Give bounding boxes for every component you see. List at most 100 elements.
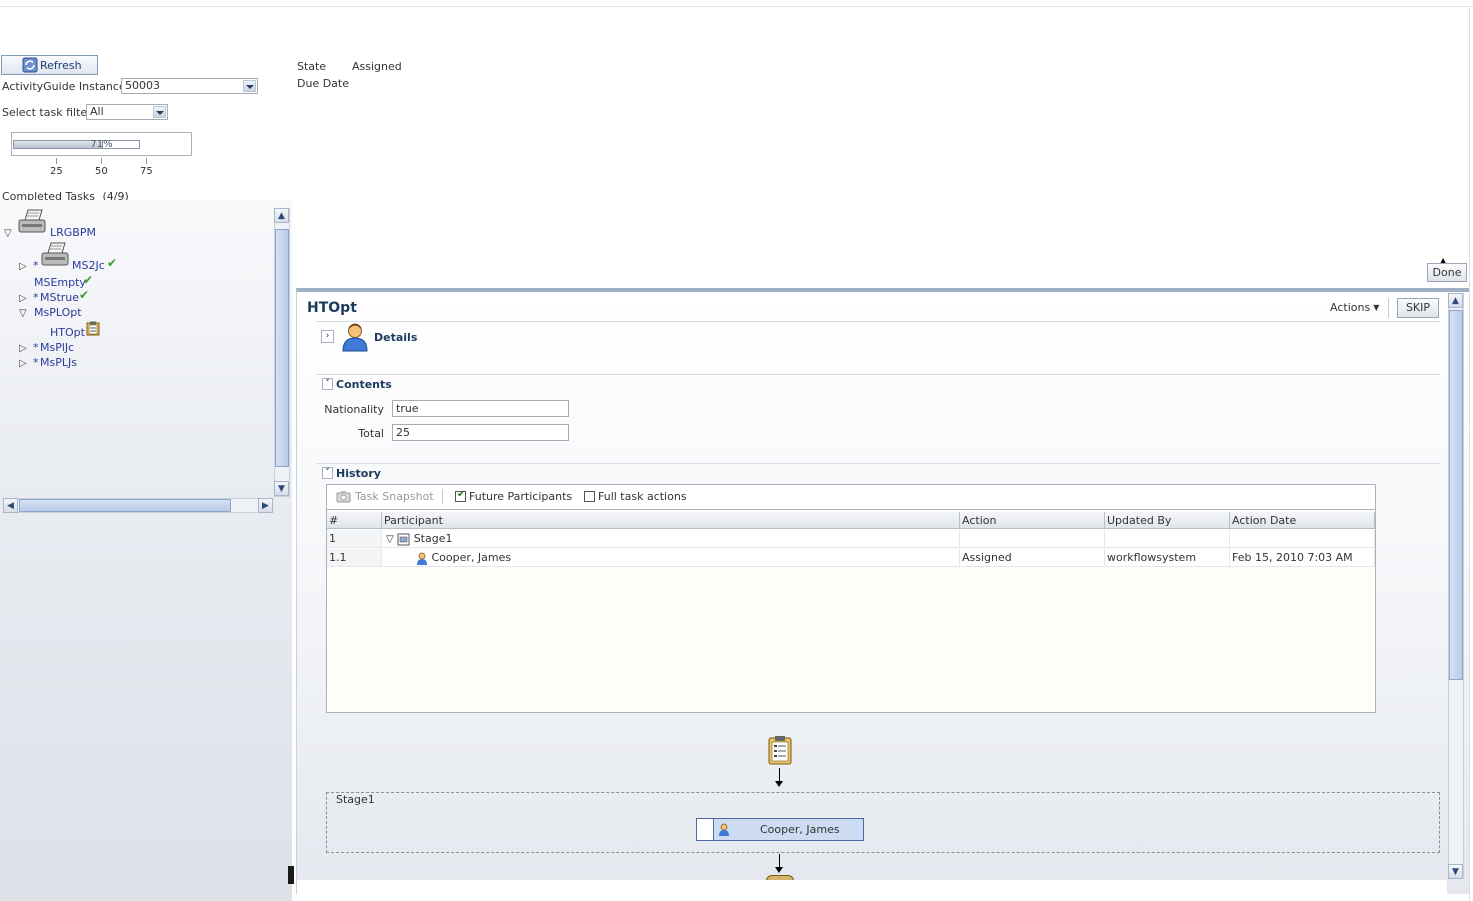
column-header-action[interactable]: Action [960,512,1105,529]
tree-item-mspljs[interactable]: MsPLJs [40,356,77,369]
progress-percent: 71% [90,139,113,150]
table-row[interactable]: Cooper, James [382,549,960,567]
scroll-thumb[interactable] [275,229,289,467]
expand-details-toggle[interactable]: › [321,330,334,343]
divider [316,321,1440,322]
divider [316,374,1440,375]
table-cell-action: Assigned [960,549,1105,567]
refresh-icon [22,57,38,73]
refresh-button[interactable]: Refresh [1,55,98,75]
history-header: History [336,467,381,480]
expand-toggle[interactable]: ▽ [19,306,27,319]
user-icon [719,823,729,836]
due-date-label: Due Date [297,77,349,90]
nationality-input[interactable]: true [392,400,569,417]
scroll-down-button[interactable]: ▼ [274,481,289,496]
actions-menu[interactable]: Actions ▼ [1330,301,1379,315]
participant-name: Cooper, James [431,551,512,564]
done-button[interactable]: Done [1427,263,1467,282]
checkmark-icon: ✔ [83,273,94,287]
total-input[interactable]: 25 [392,424,569,441]
column-header-num[interactable]: # [327,512,382,529]
tree-item-mspljc[interactable]: MsPlJc [40,341,74,354]
scroll-right-button[interactable]: ▶ [258,498,273,513]
printer-icon [41,242,69,266]
tree-root-link[interactable]: LRGBPM [50,226,96,239]
chevron-down-icon[interactable] [243,80,256,92]
expand-toggle[interactable]: ▽ [4,226,12,239]
instances-select-value: 50003 [125,79,160,92]
task-filter-select[interactable]: All [86,104,168,120]
scroll-thumb[interactable] [19,499,231,512]
expand-toggle[interactable]: ▷ [19,259,27,272]
task-snapshot-button[interactable]: Task Snapshot [355,490,434,503]
details-header: Details [374,331,418,344]
user-icon [417,552,427,565]
column-header-participant[interactable]: Participant [382,512,960,529]
full-task-actions-checkbox[interactable]: Full task actions [584,490,687,503]
contents-toggle[interactable]: ˅ Contents [322,378,392,391]
table-cell-updated-by: workflowsystem [1105,549,1230,567]
chevron-down-icon: ˅ [322,467,333,479]
stage-icon [397,533,410,545]
scroll-down-button[interactable]: ▼ [1448,864,1463,879]
tree-item-ms2jc[interactable]: MS2Jc [72,259,105,272]
node-handle [697,819,714,840]
collapse-toggle[interactable]: ▽ [386,534,394,545]
scroll-up-button[interactable]: ▲ [1448,293,1463,308]
panel-bottom [297,880,1447,894]
instances-select[interactable]: 50003 [121,78,258,94]
tree-item-prefix: * [33,259,39,272]
table-row[interactable]: ▽ Stage1 [382,530,960,548]
instances-label: ActivityGuide Instances [2,80,132,93]
state-label: State [297,60,327,73]
progress-tick-label: 75 [140,166,153,177]
stage-label: Stage1 [336,793,375,806]
table-cell-updated-by [1105,530,1230,548]
right-border [1469,6,1470,901]
task-title: HTOpt [307,300,357,316]
progress-tick [146,158,147,164]
tree-item-prefix: * [33,356,39,369]
tree-item-htopt[interactable]: HTOpt [50,326,85,339]
table-row-num: 1.1 [327,549,382,567]
skip-button[interactable]: SKIP [1397,298,1439,318]
stage-container [326,792,1440,853]
clipboard-icon [768,736,792,765]
splitter-handle[interactable] [288,866,294,884]
stage-assignee-node[interactable]: Cooper, James [696,818,864,841]
expand-toggle[interactable]: ▷ [19,291,27,304]
progress-tick [101,158,102,164]
checkbox-unchecked-icon[interactable] [584,491,595,502]
tree-item-msplopt[interactable]: MsPLOpt [34,306,82,319]
expand-toggle[interactable]: ▷ [19,356,27,369]
scroll-up-button[interactable]: ▲ [274,208,289,223]
future-participants-label: Future Participants [469,490,573,503]
arrow-down-icon [775,781,783,787]
future-participants-checkbox[interactable]: ✔ Future Participants [455,489,573,503]
printer-icon [18,209,46,233]
checkmark-icon: ✔ [79,288,90,302]
contents-header: Contents [336,378,392,391]
tree-item-prefix: * [33,291,39,304]
participant-name: Stage1 [413,532,453,545]
expand-toggle[interactable]: ▷ [19,341,27,354]
table-cell-action-date [1230,530,1375,548]
divider [316,463,1440,464]
refresh-label: Refresh [40,58,82,72]
assignee-name: Cooper, James [760,823,840,836]
tree-item-mstrue[interactable]: MStrue [40,291,79,304]
column-header-action-date[interactable]: Action Date [1230,512,1375,529]
checkbox-checked-icon[interactable]: ✔ [455,489,466,502]
table-row-num: 1 [327,530,382,548]
history-toggle[interactable]: ˅ History [322,467,381,480]
arrow-down-icon [775,867,783,873]
table-cell-action-date: Feb 15, 2010 7:03 AM [1230,549,1375,567]
actions-label: Actions [1330,301,1371,314]
full-task-actions-label: Full task actions [598,490,687,503]
scroll-left-button[interactable]: ◀ [3,498,18,513]
chevron-down-icon[interactable] [153,106,166,118]
scroll-thumb[interactable] [1449,310,1463,680]
total-label: Total [358,427,384,440]
column-header-updated-by[interactable]: Updated By [1105,512,1230,529]
